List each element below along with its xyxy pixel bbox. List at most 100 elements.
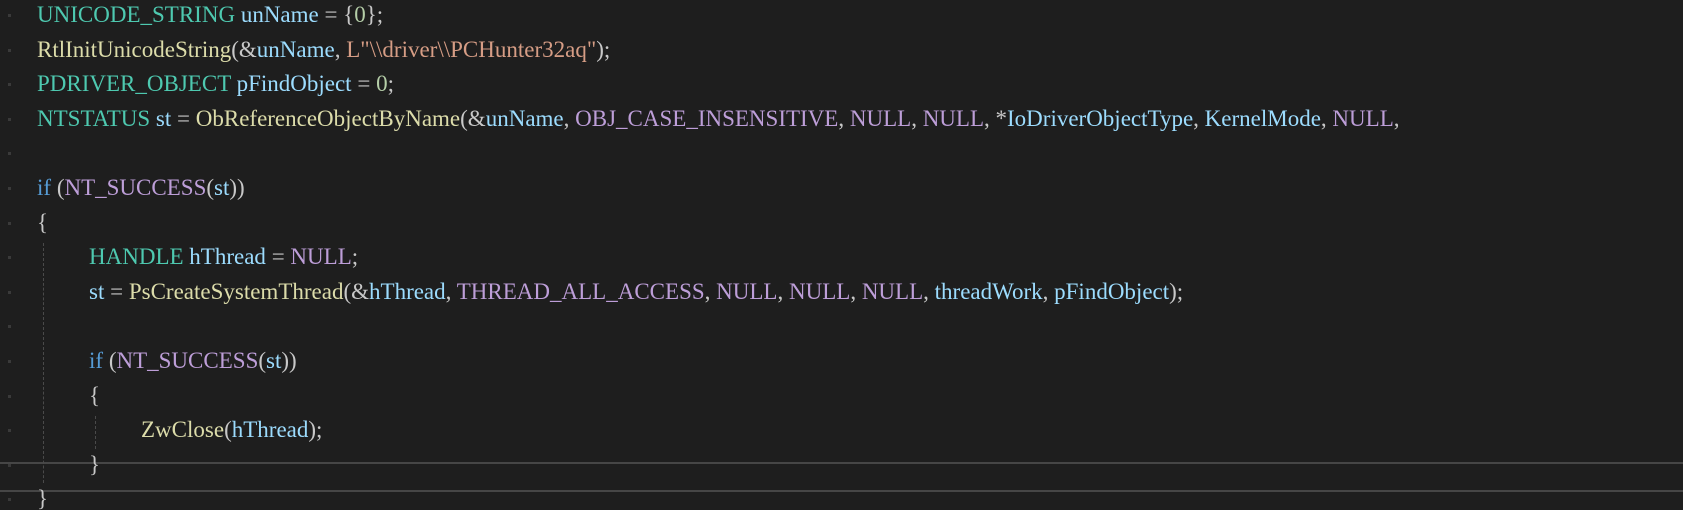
code-token-var: pFindObject: [1054, 278, 1170, 304]
indent-guide: [43, 347, 44, 380]
code-line[interactable]: [0, 136, 1683, 170]
code-token-macro: NT_SUCCESS: [116, 348, 259, 373]
code-line[interactable]: NTSTATUS st = ObReferenceObjectByName(&u…: [0, 102, 1683, 136]
code-token-var: st: [214, 175, 230, 200]
code-token-punc: ,: [563, 105, 576, 131]
code-line-text: {: [89, 379, 100, 413]
code-token-punc: ,: [838, 105, 850, 131]
code-token-punc: ,: [1393, 105, 1400, 131]
code-token-macro: NULL: [849, 105, 912, 131]
indent-guide: [43, 450, 44, 484]
code-line[interactable]: PDRIVER_OBJECT pFindObject = 0;: [0, 67, 1683, 101]
code-token-var: threadWork: [934, 278, 1043, 304]
code-token-macro: NT_SUCCESS: [64, 175, 207, 200]
indent-guide: [95, 416, 96, 449]
code-line-text: }: [37, 482, 48, 510]
code-token-var: unName: [240, 2, 319, 27]
code-token-punc: )): [229, 175, 245, 200]
code-token-punc: ,: [923, 278, 935, 304]
code-line-text: st = PsCreateSystemThread(&hThread, THRE…: [89, 275, 1183, 309]
code-token-var: st: [155, 105, 172, 131]
code-token-punc: {: [37, 209, 49, 235]
code-line[interactable]: {: [0, 206, 1683, 240]
indent-guide: [43, 312, 44, 345]
code-editor[interactable]: UNICODE_STRING unName = {0}; RtlInitUnico…: [0, 0, 1683, 510]
code-token-type: NTSTATUS: [37, 105, 151, 131]
code-line[interactable]: UNICODE_STRING unName = {0};: [0, 0, 1683, 32]
indent-guide: [43, 381, 44, 415]
code-token-var: hThread: [189, 244, 266, 270]
code-line[interactable]: st = PsCreateSystemThread(&hThread, THRE…: [0, 275, 1683, 309]
code-line[interactable]: }: [0, 482, 1683, 510]
code-token-punc: =: [171, 105, 196, 131]
code-token-var: pFindObject: [236, 71, 352, 97]
code-token-punc: ,: [911, 105, 923, 131]
code-token-var: unName: [256, 36, 335, 62]
code-token-punc: ,: [1042, 278, 1055, 304]
code-token-type: UNICODE_STRING: [37, 2, 236, 27]
code-line[interactable]: [0, 309, 1683, 343]
code-token-punc: ,: [445, 278, 457, 304]
code-token-var: st: [266, 348, 282, 373]
code-token-macro: NULL: [788, 278, 851, 304]
code-line-text: if (NT_SUCCESS(st)): [89, 344, 297, 378]
code-token-kw: if: [37, 175, 52, 200]
code-token-punc: ,: [704, 278, 717, 304]
code-token-punc: =: [104, 278, 129, 304]
indent-guide: [43, 243, 44, 276]
code-token-num: 0: [354, 2, 366, 27]
code-token-punc: ;: [387, 71, 394, 97]
code-token-punc: ,: [850, 278, 862, 304]
code-token-punc: = {: [318, 2, 355, 27]
code-token-fn: PsCreateSystemThread: [128, 278, 344, 304]
code-token-punc: ,: [777, 278, 789, 304]
code-line-text: {: [37, 206, 48, 240]
code-token-punc: =: [351, 71, 377, 97]
code-line-text: PDRIVER_OBJECT pFindObject = 0;: [37, 67, 394, 101]
code-token-punc: );: [308, 417, 323, 443]
code-token-punc: }: [37, 486, 49, 510]
code-token-punc: )): [281, 348, 297, 373]
code-token-punc: (&: [460, 105, 486, 131]
code-token-punc: (: [51, 175, 65, 200]
code-token-macro: NULL: [1332, 105, 1394, 131]
code-token-var: hThread: [231, 417, 309, 443]
code-token-punc: (&: [343, 278, 370, 304]
code-line[interactable]: if (NT_SUCCESS(st)): [0, 171, 1683, 205]
code-token-macro: NULL: [922, 105, 985, 131]
code-token-var: IoDriverObjectType: [1007, 105, 1194, 131]
code-line[interactable]: }: [0, 448, 1683, 482]
code-token-punc: };: [365, 2, 384, 27]
code-line[interactable]: RtlInitUnicodeString(&unName, L"\\driver…: [0, 33, 1683, 67]
code-token-punc: {: [89, 382, 101, 408]
code-token-punc: );: [1169, 278, 1184, 304]
code-token-punc: ,: [1193, 105, 1205, 131]
code-token-punc: (&: [231, 36, 257, 62]
code-line-text: NTSTATUS st = ObReferenceObjectByName(&u…: [37, 102, 1400, 136]
code-line[interactable]: {: [0, 379, 1683, 413]
code-line-text: }: [89, 448, 100, 482]
code-token-var: KernelMode: [1204, 105, 1321, 131]
code-token-macro: OBJ_CASE_INSENSITIVE: [575, 105, 839, 131]
code-token-num: 0: [376, 71, 388, 97]
code-token-macro: NULL: [716, 278, 778, 304]
code-token-punc: (: [258, 348, 267, 373]
code-token-punc: );: [596, 36, 611, 62]
code-line-text: if (NT_SUCCESS(st)): [37, 171, 245, 205]
code-token-macro: NULL: [861, 278, 924, 304]
code-line-text: HANDLE hThread = NULL;: [89, 240, 358, 274]
code-token-fn: RtlInitUnicodeString: [37, 36, 232, 62]
code-line-text: ZwClose(hThread);: [141, 413, 322, 447]
code-line-text: UNICODE_STRING unName = {0};: [37, 0, 383, 32]
code-line[interactable]: ZwClose(hThread);: [0, 413, 1683, 447]
code-token-fn: ZwClose: [141, 417, 225, 443]
code-line[interactable]: HANDLE hThread = NULL;: [0, 240, 1683, 274]
code-token-punc: (: [103, 348, 117, 373]
code-token-fn: ObReferenceObjectByName: [195, 105, 461, 131]
code-token-punc: , *: [984, 105, 1008, 131]
indent-guide: [43, 277, 44, 311]
code-line[interactable]: if (NT_SUCCESS(st)): [0, 344, 1683, 378]
code-token-punc: ;: [351, 244, 359, 270]
code-token-type: PDRIVER_OBJECT: [37, 71, 231, 97]
code-token-punc: }: [89, 451, 101, 477]
